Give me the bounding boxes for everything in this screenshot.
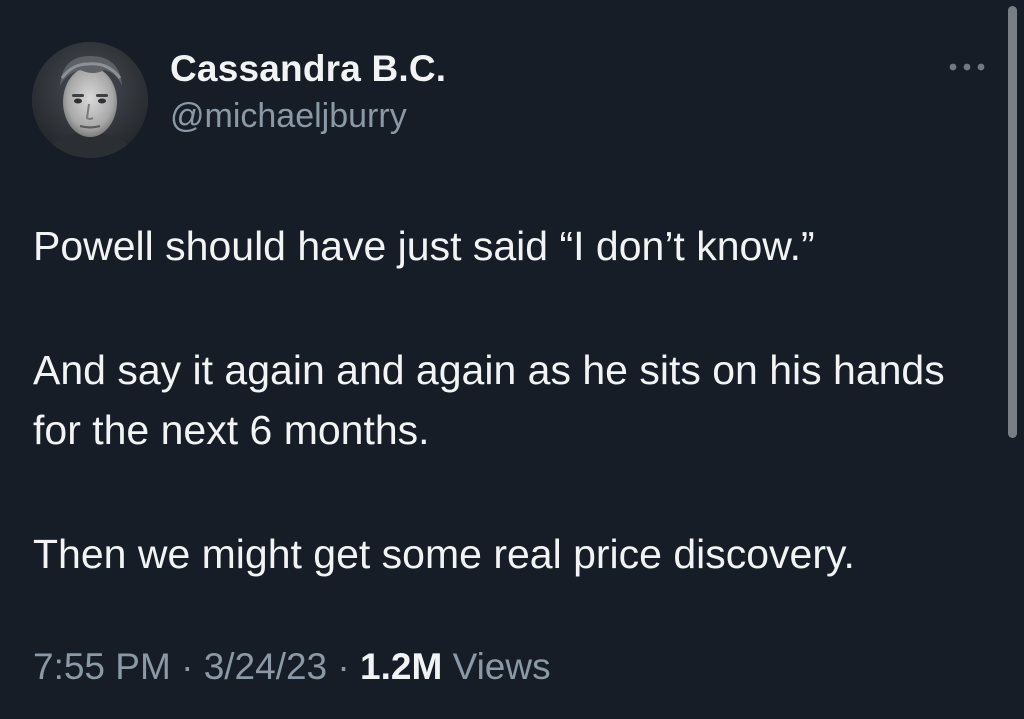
- tweet-paragraph: And say it again and again as he sits on…: [33, 347, 945, 453]
- scrollbar[interactable]: [1008, 6, 1017, 438]
- display-name[interactable]: Cassandra B.C.: [170, 48, 446, 90]
- user-handle[interactable]: @michaeljburry: [170, 97, 407, 136]
- tweet-text: Powell should have just said “I don’t kn…: [33, 216, 963, 648]
- meta-separator: ·: [170, 646, 204, 687]
- meta-separator: ·: [327, 646, 361, 687]
- tweet-paragraph: Then we might get some real price discov…: [33, 531, 855, 577]
- tweet-paragraph: Powell should have just said “I don’t kn…: [33, 223, 815, 269]
- views-label: Views: [452, 646, 551, 687]
- avatar-image: [32, 42, 148, 158]
- tweet-time[interactable]: 7:55 PM: [33, 646, 171, 687]
- more-options-button[interactable]: [944, 52, 990, 82]
- tweet-meta: 7:55 PM · 3/24/23 · 1.2M Views: [33, 646, 551, 688]
- tweet-date[interactable]: 3/24/23: [204, 646, 327, 687]
- avatar[interactable]: [32, 42, 148, 158]
- tweet-card: Cassandra B.C. @michaeljburry Powell sho…: [0, 0, 1024, 719]
- more-horizontal-icon: [949, 63, 985, 71]
- views-count: 1.2M: [360, 646, 443, 687]
